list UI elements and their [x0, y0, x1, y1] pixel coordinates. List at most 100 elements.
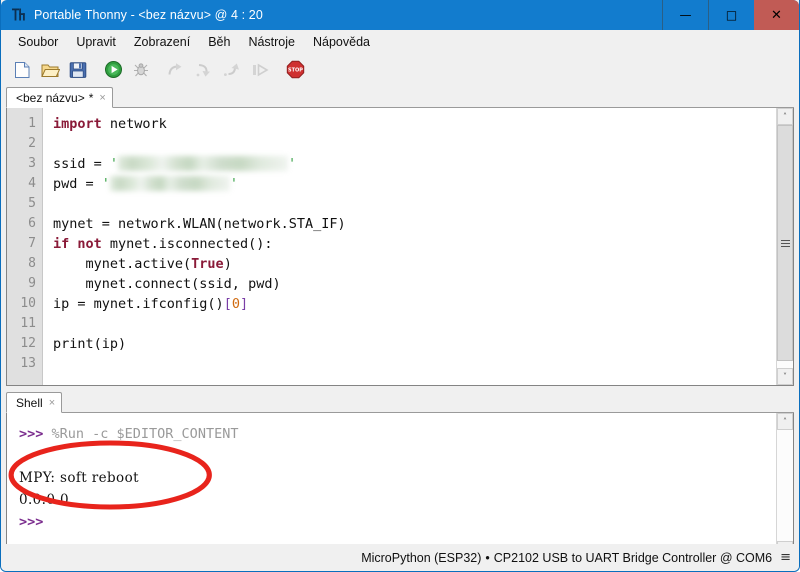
code-token: if — [53, 236, 70, 252]
code-token: mynet.isconnected(): — [101, 236, 273, 252]
code-token: ip = mynet.ifconfig() — [53, 296, 224, 312]
close-button[interactable]: ✕ — [754, 0, 799, 30]
shell-vertical-scrollbar[interactable]: ˄ ˅ — [776, 413, 793, 558]
stop-icon: STOP — [286, 60, 305, 79]
line-number: 2 — [28, 136, 36, 151]
menu-item-nastroje[interactable]: Nástroje — [239, 33, 304, 51]
editor-pane: 1 2 3 4 5 6 7 8 9 10 11 12 13 import net… — [6, 108, 794, 386]
resume-button[interactable] — [246, 57, 274, 83]
title-bar: Portable Thonny - <bez názvu> @ 4 : 20 —… — [1, 0, 799, 30]
scrollbar-track[interactable] — [777, 125, 793, 368]
code-token: network — [101, 116, 167, 132]
status-separator: • — [485, 550, 490, 565]
code-line: ssid = ' ' — [53, 154, 776, 174]
main-body: <bez názvu> * × 1 2 3 4 5 6 7 8 9 10 11 … — [1, 86, 799, 559]
line-number: 13 — [20, 356, 36, 371]
menu-item-soubor[interactable]: Soubor — [9, 33, 67, 51]
editor-tab-label: <bez názvu> — [16, 90, 85, 105]
editor-tab[interactable]: <bez názvu> * × — [6, 87, 113, 108]
scroll-up-arrow-icon[interactable]: ˄ — [777, 413, 793, 430]
redacted-string-value — [109, 176, 230, 191]
code-token: ] — [239, 296, 249, 312]
line-number: 11 — [20, 316, 36, 331]
scroll-up-arrow-icon[interactable]: ˄ — [777, 108, 793, 125]
stop-button[interactable]: STOP — [281, 57, 309, 83]
scrollbar-grip-icon — [780, 239, 790, 247]
open-file-icon — [40, 61, 60, 79]
code-token: import — [53, 116, 102, 132]
debug-button[interactable] — [127, 57, 155, 83]
code-token: ) — [223, 256, 232, 272]
menu-bar: Soubor Upravit Zobrazení Běh Nástroje Ná… — [1, 30, 799, 53]
shell-line: MPY: soft reboot — [19, 467, 776, 489]
window-controls: — □ ✕ — [662, 0, 799, 30]
debug-icon — [132, 61, 150, 79]
code-line: ip = mynet.ifconfig()[0] — [53, 294, 776, 314]
code-token: ' — [288, 156, 297, 172]
status-interpreter: MicroPython (ESP32) — [361, 550, 482, 565]
shell-tab-close-icon[interactable]: × — [49, 397, 55, 409]
editor-tab-close-icon[interactable]: × — [99, 92, 105, 104]
save-file-icon — [69, 61, 87, 79]
line-number: 12 — [20, 336, 36, 351]
line-number: 6 — [28, 216, 36, 231]
line-number: 5 — [28, 196, 36, 211]
editor-tabstrip: <bez názvu> * × — [6, 86, 794, 108]
step-into-icon — [195, 62, 213, 78]
scrollbar-thumb[interactable] — [777, 125, 793, 361]
code-token: [ — [223, 296, 232, 312]
thonny-logo-icon — [10, 7, 27, 24]
code-token: ssid = — [53, 156, 110, 172]
hamburger-menu-icon[interactable]: ≡ — [780, 550, 791, 565]
status-device: CP2102 USB to UART Bridge Controller @ C… — [493, 550, 773, 565]
shell-output-text: 0.0.0.0 — [19, 492, 70, 508]
resume-icon — [251, 62, 269, 78]
editor-tab-modified-marker: * — [88, 90, 94, 105]
code-line: pwd = ' ' — [53, 174, 776, 194]
minimize-button[interactable]: — — [663, 0, 708, 30]
shell-prompt: >>> — [19, 514, 44, 530]
step-out-button[interactable] — [218, 57, 246, 83]
code-token: mynet = network.WLAN(network.STA_IF) — [53, 216, 346, 232]
code-token: pwd = — [53, 176, 102, 192]
shell-output-text: MPY: soft reboot — [19, 470, 139, 486]
menu-item-zobrazeni[interactable]: Zobrazení — [125, 33, 199, 51]
open-file-button[interactable] — [36, 57, 64, 83]
step-over-button[interactable] — [162, 57, 190, 83]
menu-item-napoveda[interactable]: Nápověda — [304, 33, 379, 51]
shell-output-area[interactable]: >>> %Run -c $EDITOR_CONTENT MPY: soft re… — [7, 413, 776, 558]
line-number: 8 — [28, 256, 36, 271]
shell-tabstrip: Shell × — [6, 391, 794, 413]
code-line: import network — [53, 114, 776, 134]
save-file-button[interactable] — [64, 57, 92, 83]
code-line: mynet = network.WLAN(network.STA_IF) — [53, 214, 776, 234]
shell-prompt: >>> — [19, 426, 52, 442]
code-line: mynet.active(True) — [53, 254, 776, 274]
line-number: 1 — [28, 116, 36, 131]
code-token: True — [191, 256, 224, 272]
code-token: not — [77, 236, 102, 252]
step-into-button[interactable] — [190, 57, 218, 83]
maximize-button[interactable]: □ — [709, 0, 754, 30]
editor-code-area[interactable]: import network ssid = ' ' pwd = ' ' mynet =… — [43, 108, 776, 385]
code-token: print(ip) — [53, 336, 127, 352]
shell-tab[interactable]: Shell × — [6, 392, 63, 413]
menu-item-beh[interactable]: Běh — [199, 33, 239, 51]
code-token: ' — [101, 176, 110, 192]
scroll-down-arrow-icon[interactable]: ˅ — [777, 368, 793, 385]
menu-item-upravit[interactable]: Upravit — [67, 33, 125, 51]
scrollbar-track[interactable] — [777, 430, 793, 541]
code-token: mynet.active( — [53, 256, 192, 272]
line-number: 7 — [28, 236, 36, 251]
shell-tab-label: Shell — [16, 395, 43, 410]
run-button[interactable] — [99, 57, 127, 83]
status-bar-text[interactable]: MicroPython (ESP32) • CP2102 USB to UART B… — [361, 551, 772, 565]
editor-vertical-scrollbar[interactable]: ˄ ˅ — [776, 108, 793, 385]
shell-command-text: %Run -c $EDITOR_CONTENT — [51, 426, 239, 442]
close-icon: ✕ — [771, 7, 782, 23]
new-file-button[interactable] — [8, 57, 36, 83]
